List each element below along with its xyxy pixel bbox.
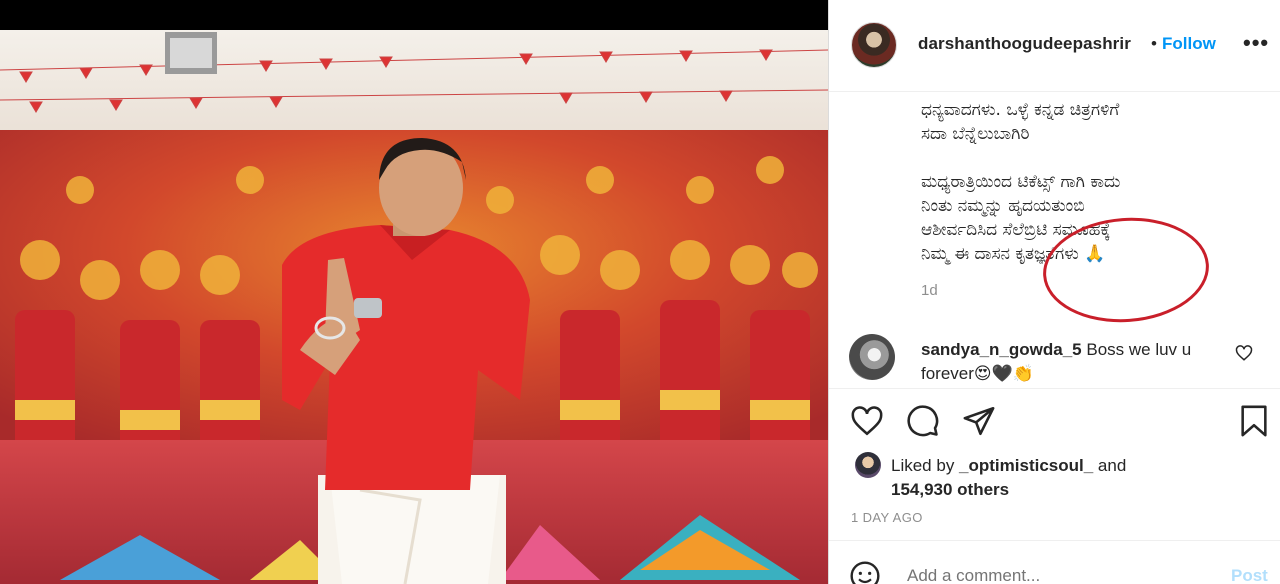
follow-button[interactable]: Follow — [1162, 34, 1216, 54]
bookmark-icon[interactable] — [1237, 404, 1271, 438]
post-photo[interactable] — [0, 30, 828, 584]
caption-paragraph-1: ಧನ್ಯವಾದಗಳು. ಒಳ್ಳೆ ಕನ್ನಡ ಚಿತ್ರಗಳಿಗೆ ಸದಾ ಬ… — [921, 100, 1120, 144]
heart-icon[interactable] — [849, 404, 885, 438]
post-side-panel: darshanthoogudeepashrir • Follow ••• ಧನ್… — [828, 0, 1280, 584]
post-timestamp[interactable]: 1 DAY AGO — [851, 510, 923, 525]
liked-middle: and — [1093, 456, 1127, 475]
smiley-icon[interactable] — [849, 560, 881, 584]
commenter-avatar[interactable] — [849, 334, 895, 380]
post-comment-button[interactable]: Post — [1231, 566, 1268, 584]
liked-by-avatar[interactable] — [855, 452, 881, 478]
liked-prefix: Liked by — [891, 456, 960, 475]
caption-paragraph-2: ಮಧ್ಯರಾತ್ರಿಯಿಂದ ಟಿಕೆಟ್ಸ್ ಗಾಗಿ ಕಾದು ನಿಂತು … — [921, 172, 1121, 264]
comment-item: sandya_n_gowda_5 Boss we luv u forever😍🖤… — [921, 338, 1221, 386]
post-caption: ಧನ್ಯವಾದಗಳು. ಒಳ್ಳೆ ಕನ್ನಡ ಚಿತ್ರಗಳಿಗೆ ಸದಾ ಬ… — [921, 98, 1261, 290]
author-avatar[interactable] — [851, 22, 897, 68]
top-black-bar — [0, 0, 828, 30]
add-comment-input[interactable] — [907, 566, 1207, 584]
more-options-icon[interactable]: ••• — [1243, 30, 1269, 56]
paper-plane-icon[interactable] — [961, 404, 997, 438]
separator-dot: • — [1151, 34, 1157, 53]
author-username[interactable]: darshanthoogudeepashrir — [918, 34, 1131, 54]
commenter-username[interactable]: sandya_n_gowda_5 — [921, 340, 1082, 359]
comment-bubble-icon[interactable] — [905, 404, 941, 438]
instagram-post-view: darshanthoogudeepashrir • Follow ••• ಧನ್… — [0, 0, 1280, 584]
action-bar — [829, 388, 1280, 452]
post-header: darshanthoogudeepashrir • Follow ••• — [829, 0, 1280, 92]
caption-age[interactable]: 1d — [921, 282, 938, 299]
comment-like-heart-icon[interactable] — [1235, 344, 1253, 362]
liked-by-user[interactable]: _optimisticsoul_ — [959, 456, 1093, 475]
likes-summary: Liked by _optimisticsoul_ and 154,930 ot… — [891, 454, 1126, 502]
likes-count[interactable]: 154,930 others — [891, 480, 1009, 499]
